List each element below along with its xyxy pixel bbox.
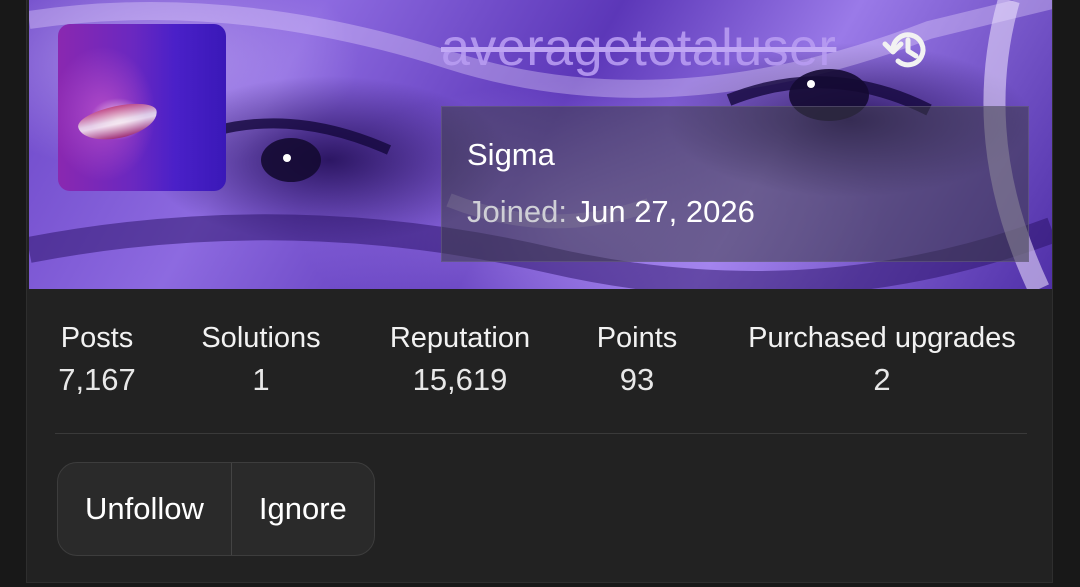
stat-label: Posts — [60, 322, 134, 354]
avatar-image-detail — [75, 98, 161, 146]
ignore-button[interactable]: Ignore — [230, 463, 374, 555]
stat-value: 2 — [873, 362, 891, 397]
stat-posts[interactable]: Posts 7,167 — [56, 318, 138, 402]
stat-value: 7,167 — [58, 362, 136, 397]
stat-points[interactable]: Points 93 — [593, 318, 681, 402]
stat-label: Points — [596, 322, 678, 354]
username[interactable]: averagetotaluser — [441, 18, 836, 78]
stat-value: 15,619 — [412, 362, 508, 397]
action-buttons: Unfollow Ignore — [57, 462, 375, 556]
joined-info: Joined: Jun 27, 2026 — [467, 194, 755, 230]
unfollow-button[interactable]: Unfollow — [58, 463, 231, 555]
stat-purchased-upgrades[interactable]: Purchased upgrades 2 — [738, 318, 1026, 402]
stats-row: Posts 7,167 Solutions 1 Reputation 15,61… — [27, 318, 1052, 408]
user-title: Sigma — [467, 137, 555, 172]
stat-label: Purchased upgrades — [748, 322, 1016, 354]
stat-label: Solutions — [201, 322, 321, 354]
avatar[interactable] — [58, 24, 226, 191]
stat-label: Reputation — [389, 322, 531, 354]
joined-label: Joined: — [467, 194, 567, 229]
joined-date: Jun 27, 2026 — [575, 194, 755, 229]
profile-card: averagetotaluser Sigma Joined: Jun 27, 2… — [26, 0, 1053, 583]
stat-reputation[interactable]: Reputation 15,619 — [384, 318, 536, 402]
profile-banner: averagetotaluser Sigma Joined: Jun 27, 2… — [29, 0, 1052, 289]
stat-value: 93 — [619, 362, 655, 397]
user-info-box: Sigma Joined: Jun 27, 2026 — [441, 106, 1029, 262]
stat-value: 1 — [252, 362, 270, 397]
history-icon[interactable] — [881, 24, 933, 76]
stat-solutions[interactable]: Solutions 1 — [195, 318, 327, 402]
divider — [55, 433, 1027, 434]
history-icon-svg — [882, 32, 926, 68]
